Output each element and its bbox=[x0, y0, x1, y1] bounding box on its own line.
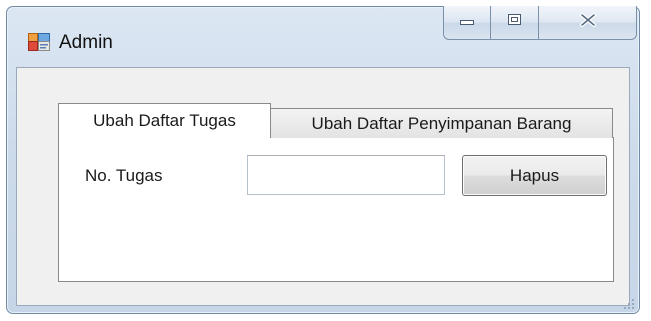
hapus-button-label: Hapus bbox=[509, 165, 560, 185]
tab-ubah-daftar-penyimpanan-barang[interactable]: Ubah Daftar Penyimpanan Barang bbox=[270, 108, 613, 138]
window-title: Admin bbox=[59, 32, 113, 53]
no-tugas-input[interactable] bbox=[247, 155, 445, 195]
title-bar[interactable]: Admin bbox=[7, 6, 639, 67]
app-icon bbox=[28, 33, 50, 51]
tab-label: Ubah Daftar Penyimpanan Barang bbox=[311, 113, 572, 133]
close-icon bbox=[579, 13, 597, 32]
resize-grip-icon[interactable] bbox=[623, 297, 635, 309]
minimize-icon bbox=[459, 14, 475, 32]
minimize-button[interactable] bbox=[443, 6, 491, 40]
admin-window: Admin Ubah Daftar Tugas Ubah Daftar Peny… bbox=[6, 6, 640, 314]
maximize-icon bbox=[507, 13, 523, 32]
close-button[interactable] bbox=[539, 6, 637, 40]
no-tugas-label: No. Tugas bbox=[85, 166, 163, 185]
tab-page: No. Tugas Hapus bbox=[58, 137, 614, 282]
maximize-button[interactable] bbox=[491, 6, 539, 40]
tab-label: Ubah Daftar Tugas bbox=[93, 111, 236, 130]
tab-ubah-daftar-tugas[interactable]: Ubah Daftar Tugas bbox=[58, 103, 271, 138]
hapus-button[interactable]: Hapus bbox=[462, 155, 607, 196]
client-area: Ubah Daftar Tugas Ubah Daftar Penyimpana… bbox=[16, 67, 630, 306]
caption-buttons bbox=[443, 6, 639, 41]
